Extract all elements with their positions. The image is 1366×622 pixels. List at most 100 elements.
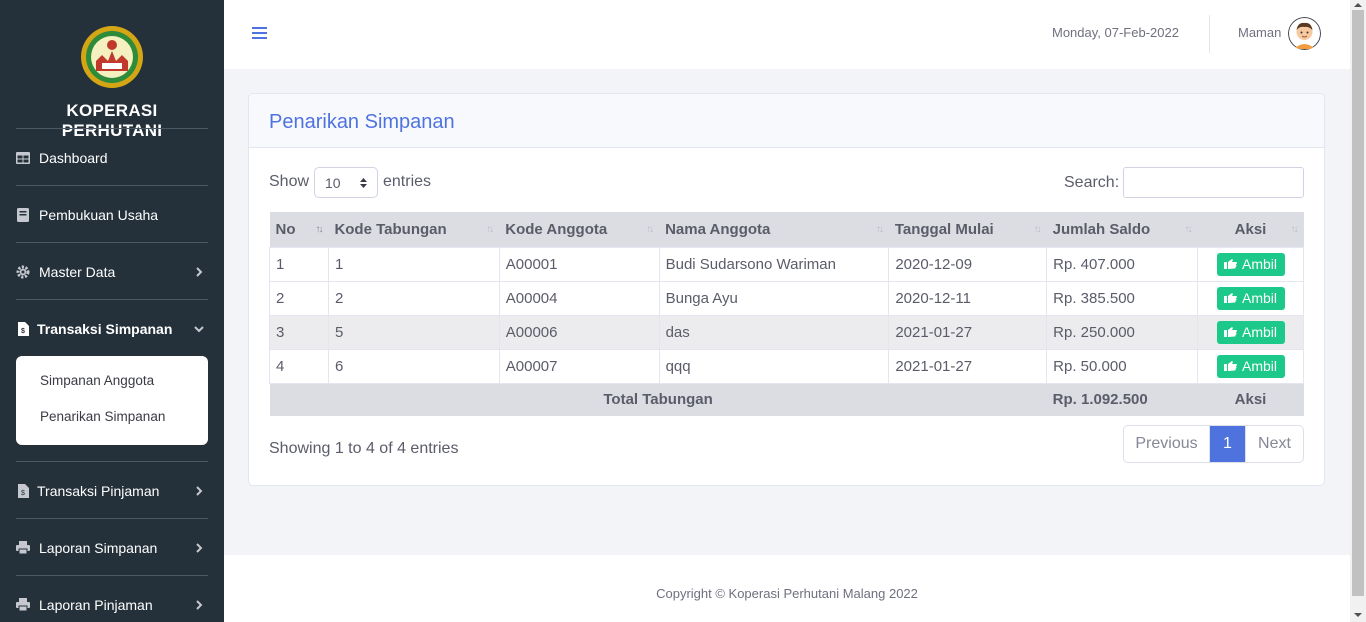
table-row: 3 5 A00006 das 2021-01-27 Rp. 250.000 Am… (269, 314, 1304, 350)
scrollbar-thumb[interactable] (1352, 10, 1364, 596)
chevron-right-icon (196, 542, 203, 553)
gear-icon (16, 265, 30, 279)
user-name[interactable]: Maman (1238, 25, 1281, 40)
next-button[interactable]: Next (1245, 426, 1303, 462)
cell-jumlah-saldo: Rp. 50.000 (1046, 348, 1199, 384)
cell-kode-anggota: A00001 (498, 246, 660, 282)
koperasi-logo (81, 26, 143, 88)
footer: Copyright © Koperasi Perhutani Malang 20… (224, 555, 1350, 622)
column-header-kode-anggota[interactable]: Kode Anggota ↑↓ (499, 212, 660, 247)
ambil-button-label: Ambil (1241, 358, 1277, 374)
cell-no: 1 (269, 246, 329, 282)
current-date: Monday, 07-Feb-2022 (1052, 25, 1179, 40)
ambil-button-label: Ambil (1241, 290, 1277, 306)
book-icon (16, 207, 30, 222)
cell-aksi: Ambil (1197, 314, 1304, 350)
chevron-right-icon (196, 266, 203, 277)
hand-pointer-icon (1223, 259, 1237, 269)
column-header-label: Jumlah Saldo (1052, 220, 1151, 238)
ambil-button[interactable]: Ambil (1216, 354, 1285, 378)
column-header-no[interactable]: No ↑↓ (269, 212, 329, 247)
svg-text:$: $ (21, 328, 25, 335)
sort-icon: ↑↓ (875, 224, 884, 235)
nav-transaksi-pinjaman-label: Transaksi Pinjaman (37, 482, 160, 499)
hand-pointer-icon (1223, 293, 1237, 303)
chevron-down-icon (194, 325, 204, 332)
ambil-button-label: Ambil (1241, 324, 1277, 340)
cell-no: 2 (269, 280, 329, 316)
column-header-nama-anggota[interactable]: Nama Anggota ↑↓ (659, 212, 889, 247)
sidebar: KOPERASI PERHUTANI Dashboard Pembukuan U… (0, 0, 224, 622)
chevron-right-icon (196, 485, 203, 496)
svg-text:$: $ (21, 490, 25, 497)
topbar-divider (1209, 15, 1210, 53)
penarikan-simpanan-card: Penarikan Simpanan Show 10 entries Searc… (248, 93, 1325, 486)
cell-nama-anggota: qqq (658, 348, 890, 384)
submenu-transaksi-simpanan: Simpanan Anggota Penarikan Simpanan (16, 356, 208, 445)
column-header-kode-tabungan[interactable]: Kode Tabungan ↑↓ (328, 212, 500, 247)
nav-master-data[interactable]: Master Data (16, 243, 208, 300)
submenu-simpanan-anggota[interactable]: Simpanan Anggota (40, 373, 154, 388)
column-header-aksi[interactable]: Aksi ↑↓ (1197, 212, 1304, 247)
cell-jumlah-saldo: Rp. 250.000 (1046, 314, 1199, 350)
cell-kode-anggota: A00007 (498, 348, 660, 384)
submenu-penarikan-simpanan[interactable]: Penarikan Simpanan (40, 409, 165, 424)
nav-laporan-simpanan[interactable]: Laporan Simpanan (16, 519, 208, 576)
nav-master-data-label: Master Data (39, 263, 116, 280)
ambil-button[interactable]: Ambil (1216, 252, 1285, 276)
entries-length-select[interactable]: 10 (314, 167, 378, 198)
footer-aksi-label: Aksi (1197, 383, 1304, 416)
scroll-down-arrow-icon[interactable] (1354, 612, 1362, 618)
cell-jumlah-saldo: Rp. 407.000 (1046, 246, 1199, 282)
copyright-text: Copyright © Koperasi Perhutani Malang 20… (656, 586, 918, 601)
ambil-button[interactable]: Ambil (1216, 320, 1285, 344)
table-footer-row: Total Tabungan Rp. 1.092.500 Aksi (269, 383, 1304, 416)
sort-icon: ↑↓ (1290, 224, 1299, 235)
sort-icon: ↑↓ (486, 224, 494, 235)
print-icon (16, 541, 30, 555)
nav-transaksi-simpanan[interactable]: $ Transaksi Simpanan (16, 300, 208, 357)
previous-button[interactable]: Previous (1124, 426, 1210, 462)
search-input[interactable] (1123, 167, 1304, 198)
vertical-scrollbar[interactable] (1350, 0, 1366, 622)
nav-laporan-pinjaman[interactable]: Laporan Pinjaman (16, 576, 208, 622)
cell-aksi: Ambil (1197, 280, 1304, 316)
table-row: 1 1 A00001 Budi Sudarsono Wariman 2020-1… (269, 246, 1304, 282)
column-header-label: Kode Anggota (505, 220, 608, 238)
column-header-jumlah-saldo[interactable]: Jumlah Saldo ↑↓ (1046, 212, 1198, 247)
table-row: 2 2 A00004 Bunga Ayu 2020-12-11 Rp. 385.… (269, 280, 1304, 316)
cell-tanggal-mulai: 2020-12-11 (888, 280, 1048, 316)
scroll-up-arrow-icon[interactable] (1354, 2, 1362, 8)
cell-kode-tabungan: 1 (327, 246, 500, 282)
table-info: Showing 1 to 4 of 4 entries (269, 440, 459, 457)
avatar[interactable] (1288, 17, 1321, 50)
ambil-button[interactable]: Ambil (1216, 286, 1285, 310)
cell-no: 3 (269, 314, 329, 350)
card-header: Penarikan Simpanan (249, 94, 1324, 148)
hamburger-menu-icon[interactable] (252, 26, 268, 40)
nav-laporan-simpanan-label: Laporan Simpanan (39, 539, 158, 556)
cell-nama-anggota: das (658, 314, 890, 350)
nav-transaksi-pinjaman[interactable]: $ Transaksi Pinjaman (16, 462, 208, 519)
nav-pembukuan-usaha[interactable]: Pembukuan Usaha (16, 186, 208, 243)
cell-aksi: Ambil (1197, 246, 1304, 282)
cell-kode-tabungan: 2 (327, 280, 500, 316)
cell-aksi: Ambil (1197, 348, 1304, 384)
nav-dashboard-label: Dashboard (39, 149, 108, 166)
cell-kode-anggota: A00006 (498, 314, 660, 350)
cell-tanggal-mulai: 2021-01-27 (888, 348, 1048, 384)
select-arrows-icon (360, 178, 367, 188)
file-icon: $ (16, 483, 30, 498)
column-header-tanggal-mulai[interactable]: Tanggal Mulai ↑↓ (888, 212, 1047, 247)
cell-nama-anggota: Budi Sudarsono Wariman (658, 246, 890, 282)
cell-kode-tabungan: 5 (327, 314, 500, 350)
chevron-right-icon (196, 599, 203, 610)
nav-dashboard[interactable]: Dashboard (16, 129, 208, 186)
cell-kode-anggota: A00004 (498, 280, 660, 316)
cell-jumlah-saldo: Rp. 385.500 (1046, 280, 1199, 316)
cell-tanggal-mulai: 2021-01-27 (888, 314, 1048, 350)
nav-transaksi-simpanan-label: Transaksi Simpanan (37, 320, 173, 337)
entries-length-value: 10 (325, 175, 341, 191)
sort-icon: ↑↓ (1033, 224, 1042, 235)
page-1-button[interactable]: 1 (1210, 426, 1245, 462)
